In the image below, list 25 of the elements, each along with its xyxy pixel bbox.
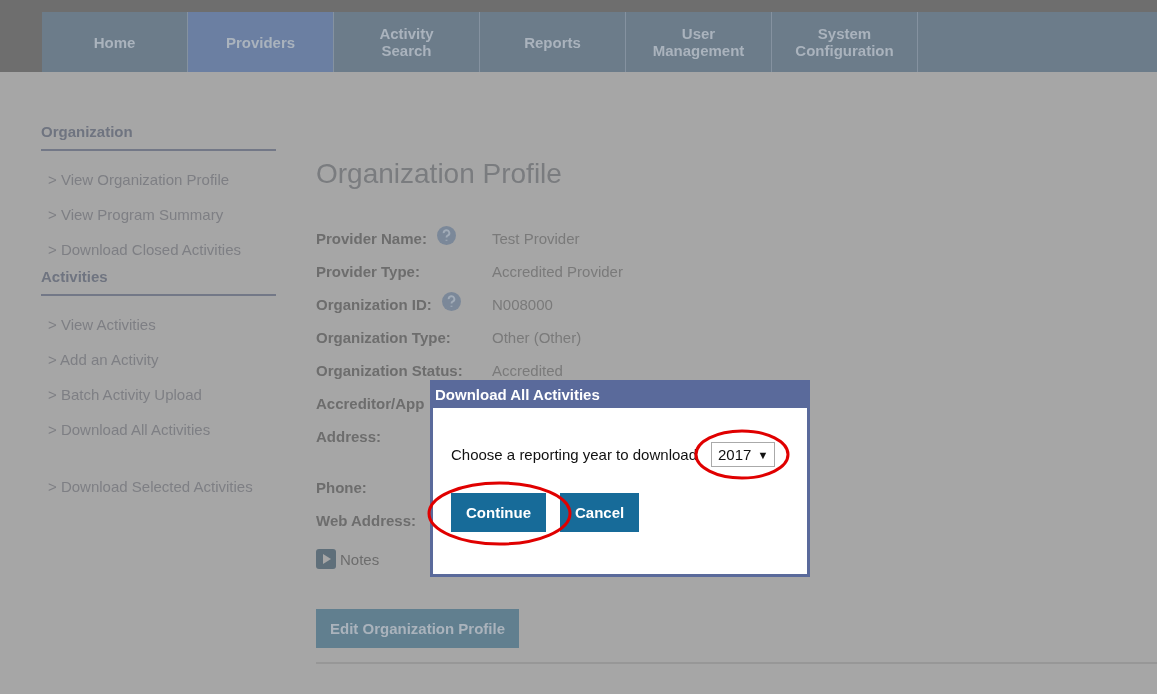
nav-tab[interactable]: Providers [188, 12, 334, 72]
field-label: Provider Type: [316, 263, 420, 280]
nav-tab[interactable]: User Management [626, 12, 772, 72]
field-label: Phone: [316, 479, 367, 496]
field-label: Accreditor/App [316, 395, 425, 412]
help-icon[interactable] [436, 226, 456, 245]
field-label: Web Address: [316, 512, 417, 529]
dialog-title: Download All Activities [430, 380, 810, 408]
dialog-button[interactable]: Continue [451, 493, 546, 532]
year-value: 2017 [718, 446, 752, 463]
notes-toggle[interactable]: Notes [340, 550, 380, 568]
dialog-button[interactable]: Cancel [560, 493, 640, 532]
help-icon[interactable] [441, 292, 461, 311]
field-label: Address: [316, 428, 382, 445]
edit-profile-button[interactable]: Edit Organization Profile [316, 609, 519, 648]
field-label: Provider Name: [316, 230, 427, 247]
field-label: Organization ID: [316, 296, 432, 313]
field-label: Organization Status: [316, 362, 463, 379]
field-label: Organization Type: [316, 329, 451, 346]
expand-icon[interactable] [316, 549, 336, 569]
year-dropdown[interactable]: 2017 ▼ [711, 442, 776, 467]
nav-tab[interactable]: System Configuration [772, 12, 918, 72]
dropdown-arrow: ▼ [757, 448, 769, 461]
nav-tab[interactable]: Activity Search [334, 12, 480, 72]
nav-tab[interactable]: Reports [480, 12, 626, 72]
